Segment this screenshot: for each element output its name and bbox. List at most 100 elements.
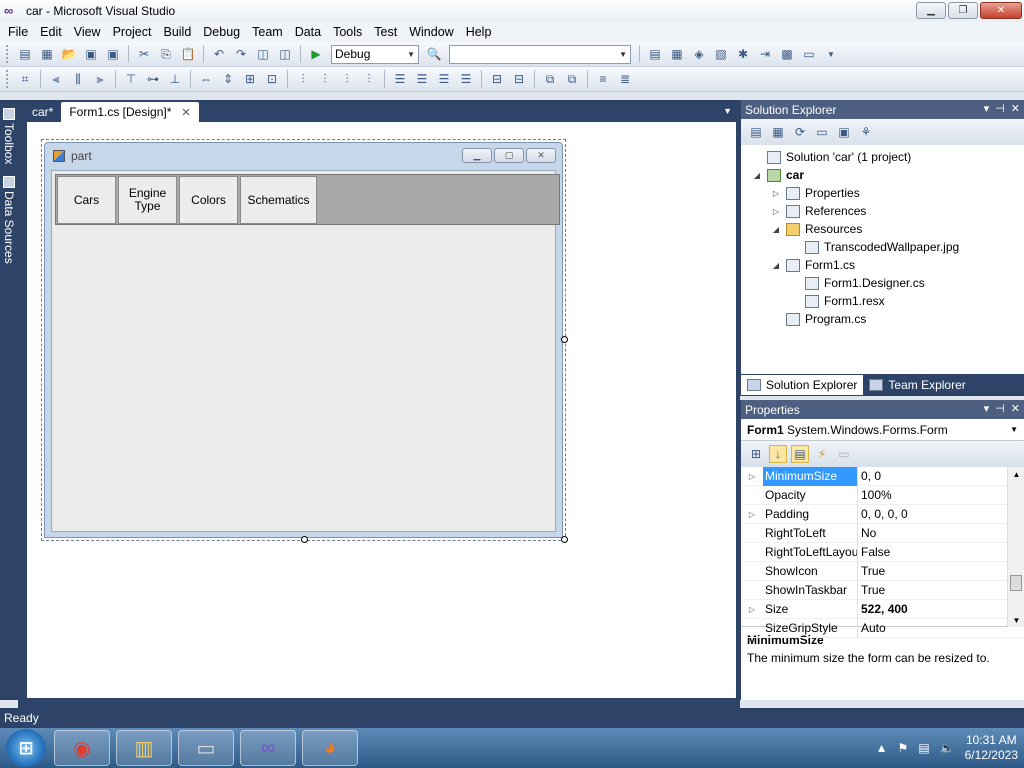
tree-node[interactable]: ▷ References (741, 202, 1024, 220)
button-strip-panel[interactable]: Cars Engine Type Colors Schematics (55, 174, 560, 225)
view-designer-icon[interactable]: ▣ (835, 123, 853, 141)
resize-handle-right[interactable] (561, 336, 568, 343)
start-page-icon[interactable]: ⇥ (756, 45, 774, 63)
start-button[interactable]: ⊞ (6, 729, 46, 767)
make-same-width-icon[interactable]: ⇔ (197, 70, 215, 88)
menu-project[interactable]: Project (107, 25, 158, 39)
close-icon[interactable]: ✕ (181, 106, 190, 119)
send-to-back-icon[interactable]: ⧉ (563, 70, 581, 88)
cut-icon[interactable]: ✂ (135, 45, 153, 63)
align-rights-icon[interactable]: ⫸ (91, 70, 109, 88)
align-tops-icon[interactable]: ⊤ (122, 70, 140, 88)
property-name[interactable]: ShowIcon (763, 562, 857, 581)
vertical-spacing-equal-icon[interactable]: ☰ (391, 70, 409, 88)
tab-car[interactable]: car* (24, 102, 61, 122)
expand-arrow-icon[interactable]: ▷ (741, 605, 763, 614)
chrome-icon[interactable]: ◉ (54, 730, 110, 766)
property-row[interactable]: ▷ Padding 0, 0, 0, 0 (741, 504, 1024, 524)
save-all-icon[interactable]: ▣ (104, 45, 122, 63)
property-value[interactable]: True (857, 561, 1024, 581)
expand-arrow-icon[interactable]: ▷ (770, 189, 782, 198)
toolbar-grip[interactable] (6, 45, 10, 63)
expand-arrow-icon[interactable]: ▷ (741, 472, 763, 481)
menu-team[interactable]: Team (246, 25, 289, 39)
tree-node[interactable]: ◢ Form1.cs (741, 256, 1024, 274)
property-value[interactable]: False (857, 542, 1024, 562)
property-grid-scrollbar[interactable]: ▲ ▼ (1007, 467, 1024, 627)
find-combo[interactable]: ▼ (449, 44, 631, 64)
command-window-icon[interactable]: ▭ (800, 45, 818, 63)
align-bottoms-icon[interactable]: ⊥ (166, 70, 184, 88)
vertical-spacing-decrease-icon[interactable]: ☰ (435, 70, 453, 88)
tree-node[interactable]: TranscodedWallpaper.jpg (741, 238, 1024, 256)
property-value[interactable]: 0, 0, 0, 0 (857, 504, 1024, 524)
toolbar-options-icon[interactable]: ▼ (822, 45, 840, 63)
network-icon[interactable]: ▤ (918, 741, 929, 755)
property-row[interactable]: ShowIcon True (741, 561, 1024, 581)
tree-node[interactable]: ▷ Properties (741, 184, 1024, 202)
schematics-button[interactable]: Schematics (240, 176, 317, 224)
menu-file[interactable]: File (2, 25, 34, 39)
chevron-down-icon[interactable]: ▾ (984, 102, 990, 115)
tree-node[interactable]: Form1.resx (741, 292, 1024, 310)
save-icon[interactable]: ▣ (82, 45, 100, 63)
maximize-button[interactable]: ❐ (948, 2, 978, 19)
property-value[interactable]: 522, 400 (857, 599, 1024, 619)
toolbox-icon[interactable]: ▧ (712, 45, 730, 63)
resize-handle-bottom[interactable] (301, 536, 308, 543)
property-name[interactable]: SizeGripStyle (763, 619, 857, 638)
tree-node[interactable]: Program.cs (741, 310, 1024, 328)
pin-icon[interactable]: ⊣ (995, 102, 1005, 115)
align-lefts-icon[interactable]: ⫷ (47, 70, 65, 88)
form-client-area[interactable]: Cars Engine Type Colors Schematics (51, 170, 560, 532)
tab-solution-explorer[interactable]: Solution Explorer (741, 375, 864, 395)
property-value[interactable]: No (857, 523, 1024, 543)
show-all-files-icon[interactable]: ▦ (769, 123, 787, 141)
toolbar-grip[interactable] (6, 70, 10, 88)
property-name[interactable]: MinimumSize (763, 466, 857, 486)
menu-view[interactable]: View (68, 25, 107, 39)
property-name[interactable]: RightToLeft (763, 524, 857, 543)
navigate-forward-icon[interactable]: ◫ (276, 45, 294, 63)
menu-tools[interactable]: Tools (327, 25, 368, 39)
tree-node[interactable]: ◢ car (741, 166, 1024, 184)
close-button[interactable]: ✕ (980, 2, 1022, 19)
view-code-icon[interactable]: ▭ (813, 123, 831, 141)
horizontal-spacing-decrease-icon[interactable]: ⫶ (338, 70, 356, 88)
view-class-diagram-icon[interactable]: ⚘ (857, 123, 875, 141)
menu-edit[interactable]: Edit (34, 25, 68, 39)
events-icon[interactable]: ⚡ (813, 445, 831, 463)
align-to-grid-icon[interactable]: ⌗ (16, 70, 34, 88)
expand-arrow-icon[interactable]: ◢ (770, 261, 782, 270)
cars-button[interactable]: Cars (57, 176, 116, 224)
menu-window[interactable]: Window (403, 25, 459, 39)
form-designer-surface[interactable]: part ▁ ▢ ✕ Cars Engine Type Colors Schem… (27, 122, 736, 698)
horizontal-spacing-remove-icon[interactable]: ⫶ (360, 70, 378, 88)
menu-help[interactable]: Help (460, 25, 498, 39)
tab-order-icon[interactable]: ≡ (594, 70, 612, 88)
design-form[interactable]: part ▁ ▢ ✕ Cars Engine Type Colors Schem… (44, 142, 563, 538)
solution-explorer-icon[interactable]: ▤ (646, 45, 664, 63)
property-value[interactable]: True (857, 580, 1024, 600)
colors-button[interactable]: Colors (179, 176, 238, 224)
property-pages-icon[interactable]: ▭ (835, 445, 853, 463)
scrollbar-thumb[interactable] (1010, 575, 1022, 591)
property-name[interactable]: Size (763, 600, 857, 619)
properties-window-icon[interactable]: ▦ (668, 45, 686, 63)
tab-team-explorer[interactable]: Team Explorer (863, 375, 971, 395)
center-horizontally-icon[interactable]: ⊟ (488, 70, 506, 88)
size-to-grid-icon[interactable]: ⊡ (263, 70, 281, 88)
property-value[interactable]: 100% (857, 485, 1024, 505)
scroll-up-icon[interactable]: ▲ (1008, 470, 1024, 479)
bring-to-front-icon[interactable]: ⧉ (541, 70, 559, 88)
menu-test[interactable]: Test (368, 25, 403, 39)
refresh-icon[interactable]: ⟳ (791, 123, 809, 141)
solution-configuration-select[interactable]: Debug ▼ (331, 44, 419, 64)
object-browser-icon[interactable]: ◈ (690, 45, 708, 63)
add-item-icon[interactable]: ▦ (38, 45, 56, 63)
properties-view-icon[interactable]: ▤ (791, 445, 809, 463)
data-sources-tab[interactable]: Data Sources (0, 172, 18, 264)
close-icon[interactable]: ✕ (1011, 102, 1020, 115)
property-name[interactable]: Padding (763, 505, 857, 524)
menu-debug[interactable]: Debug (197, 25, 246, 39)
